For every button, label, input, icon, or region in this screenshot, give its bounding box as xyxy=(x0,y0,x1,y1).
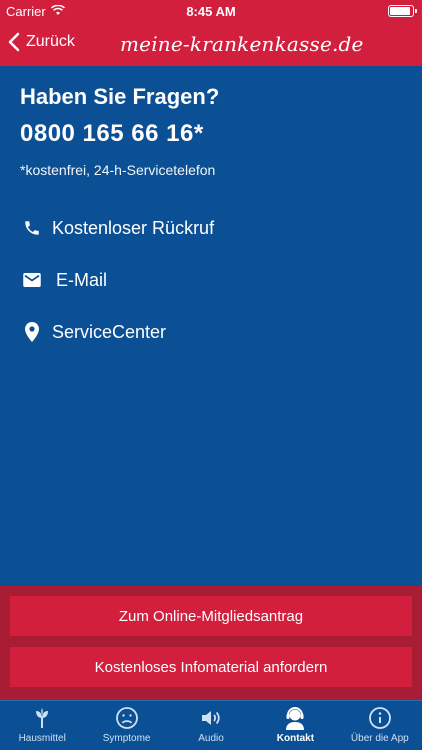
header: Carrier 8:45 AM Zurück meine-krankenkass… xyxy=(0,0,422,66)
phone-number[interactable]: 0800 165 66 16* xyxy=(20,120,402,148)
info-icon xyxy=(366,705,394,731)
callback-label: Kostenloser Rückruf xyxy=(52,217,215,238)
app-screen: Carrier 8:45 AM Zurück meine-krankenkass… xyxy=(0,0,422,750)
herb-icon xyxy=(28,705,56,731)
brand-logo: meine-krankenkasse.de xyxy=(120,32,364,56)
tab-audio[interactable]: Audio xyxy=(169,701,253,750)
phone-note: *kostenfrei, 24-h-Servicetelefon xyxy=(20,162,216,178)
tab-label: Hausmittel xyxy=(18,733,66,744)
status-time: 8:45 AM xyxy=(186,4,236,19)
tab-bar: Hausmittel Symptome Audio Kontakt Über d… xyxy=(0,700,422,750)
tab-symptome[interactable]: Symptome xyxy=(84,701,168,750)
mail-icon xyxy=(20,268,44,292)
location-pin-icon xyxy=(20,320,44,344)
tab-label: Symptome xyxy=(102,733,151,744)
speaker-icon xyxy=(197,705,225,731)
servicecenter-label: ServiceCenter xyxy=(52,321,167,342)
phone-icon xyxy=(20,216,44,240)
tab-hausmittel[interactable]: Hausmittel xyxy=(0,701,84,750)
sad-face-icon xyxy=(113,705,141,731)
tab-label: Audio xyxy=(198,733,224,744)
headset-agent-icon xyxy=(281,705,309,731)
tab-kontakt[interactable]: Kontakt xyxy=(253,701,337,750)
online-application-button[interactable]: Zum Online-Mitgliedsantrag xyxy=(10,596,412,636)
tab-label: Über die App xyxy=(350,733,409,744)
navigation-bar: Zurück meine-krankenkasse.de xyxy=(0,22,422,66)
back-label: Zurück xyxy=(26,33,75,50)
tab-ueber-die-app[interactable]: Über die App xyxy=(338,701,422,750)
battery-icon xyxy=(388,5,417,17)
back-button[interactable]: Zurück xyxy=(8,32,75,52)
email-label: E-Mail xyxy=(56,269,108,290)
email-option[interactable]: E-Mail xyxy=(20,254,402,306)
contact-info: Haben Sie Fragen? 0800 165 66 16* *koste… xyxy=(20,84,402,178)
contact-options: Kostenloser Rückruf E-Mail ServiceCenter xyxy=(20,202,402,358)
status-bar: Carrier 8:45 AM xyxy=(0,0,422,22)
page-title: Haben Sie Fragen? xyxy=(20,84,220,109)
info-material-button[interactable]: Kostenloses Infomaterial anfordern xyxy=(10,647,412,687)
action-area: Zum Online-Mitgliedsantrag Kostenloses I… xyxy=(0,586,422,700)
servicecenter-option[interactable]: ServiceCenter xyxy=(20,306,402,358)
chevron-left-icon xyxy=(8,32,20,52)
callback-option[interactable]: Kostenloser Rückruf xyxy=(20,202,402,254)
tab-label: Kontakt xyxy=(276,733,315,744)
